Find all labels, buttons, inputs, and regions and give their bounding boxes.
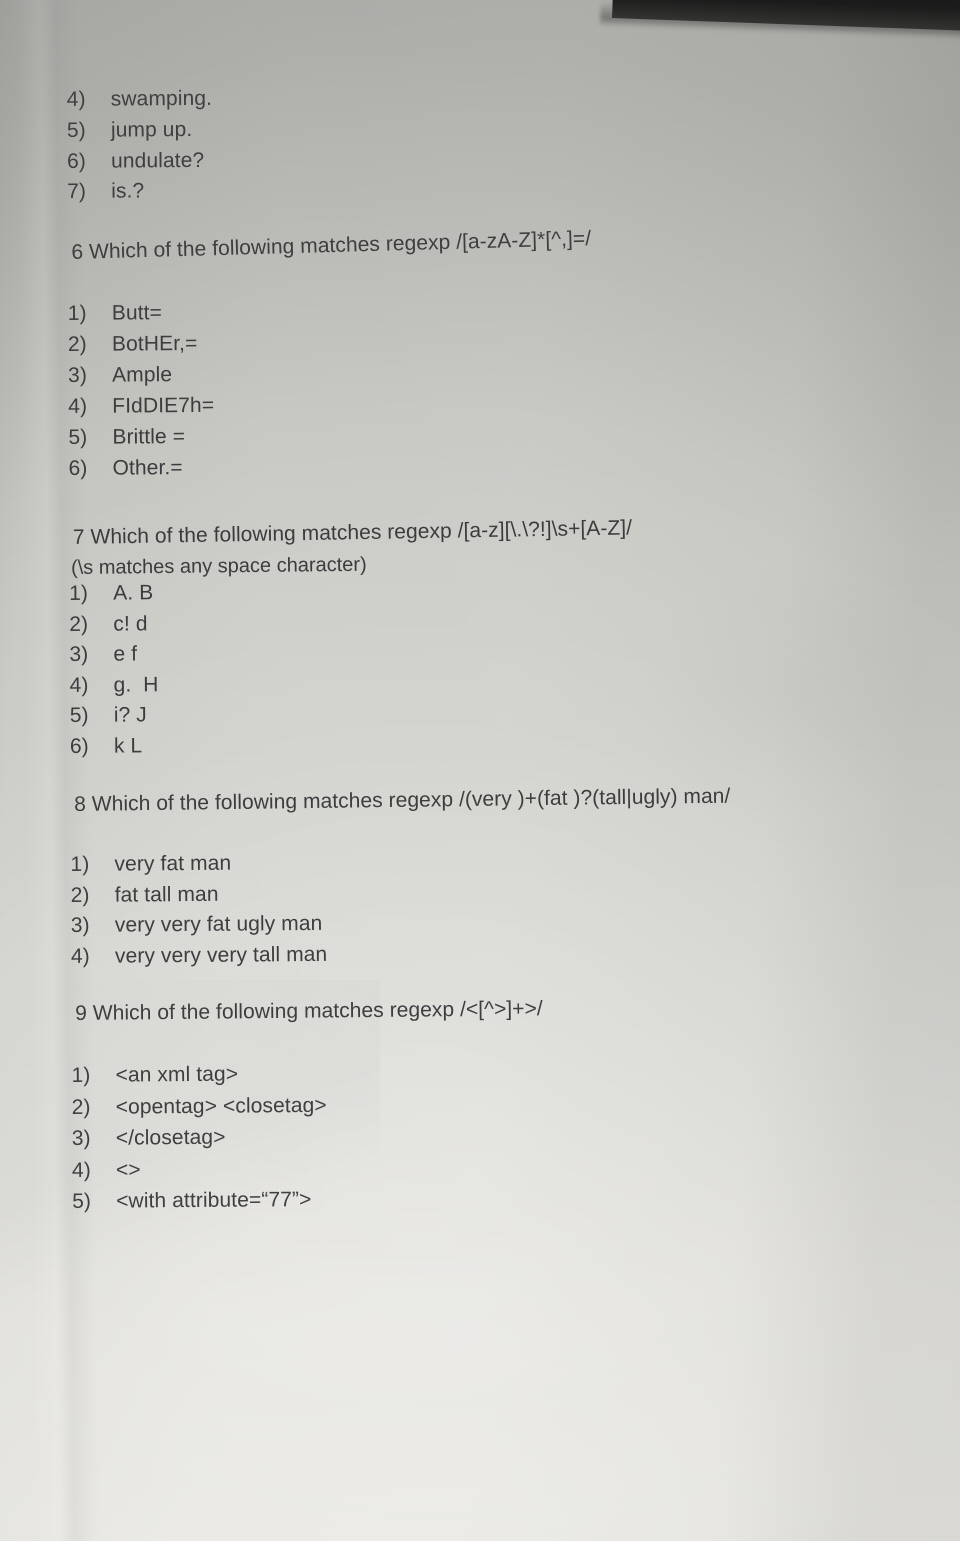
option-text: is.?	[111, 179, 145, 203]
question-heading: 6 Which of the following matches regexp …	[71, 227, 592, 264]
option-text: g. H	[113, 673, 159, 697]
option-number: 3)	[69, 642, 89, 667]
option-text: i? J	[113, 703, 147, 727]
option-number: 3)	[71, 1126, 91, 1150]
option-text: Other.=	[112, 456, 183, 480]
option-text: jump up.	[110, 117, 193, 142]
option-text: very very very tall man	[114, 942, 328, 968]
page-text-layer: 4) swamping. 5) jump up. 6) undulate? 7) is.? 6 …	[0, 0, 960, 1541]
option-text: BotHEr,=	[111, 331, 198, 356]
option-number: 4)	[70, 944, 90, 969]
option-number: 2)	[69, 612, 89, 637]
option-number: 3)	[70, 913, 90, 938]
option-text: <with attribute=“77”>	[116, 1187, 312, 1213]
option-text: swamping.	[110, 86, 213, 111]
option-number: 4)	[71, 1158, 91, 1182]
option-number: 6)	[69, 734, 89, 759]
option-number: 5)	[66, 118, 86, 143]
option-number: 1)	[71, 1063, 91, 1087]
option-number: 5)	[68, 425, 88, 450]
option-number: 1)	[67, 301, 87, 326]
option-number: 2)	[67, 332, 87, 357]
option-text: e f	[113, 642, 138, 666]
option-text: very very fat ugly man	[114, 911, 323, 937]
question-heading: 9 Which of the following matches regexp …	[75, 997, 543, 1025]
option-text: <opentag> <closetag>	[115, 1093, 327, 1119]
option-text: k L	[113, 734, 143, 758]
option-text: Ample	[112, 363, 173, 387]
option-number: 5)	[72, 1189, 92, 1213]
option-number: 1)	[70, 852, 90, 877]
option-number: 6)	[68, 456, 88, 481]
option-text: </closetag>	[115, 1125, 226, 1150]
option-text: Butt=	[111, 301, 163, 325]
option-number: 4)	[66, 87, 86, 112]
option-text: undulate?	[110, 148, 205, 173]
question-note: (\s matches any space character)	[70, 553, 367, 579]
option-text: c! d	[113, 612, 148, 636]
option-text: <>	[115, 1158, 141, 1182]
option-text: very fat man	[114, 851, 232, 876]
option-number: 3)	[68, 363, 88, 388]
option-text: Brittle =	[112, 425, 186, 449]
option-number: 7)	[67, 179, 87, 204]
option-text: FIdDIE7h=	[112, 393, 215, 418]
option-number: 1)	[69, 581, 89, 606]
option-number: 2)	[71, 1095, 91, 1119]
question-heading: 7 Which of the following matches regexp …	[72, 516, 633, 549]
option-text: fat tall man	[114, 882, 219, 907]
option-text: <an xml tag>	[115, 1062, 239, 1087]
option-text: A. B	[113, 581, 154, 605]
option-number: 5)	[69, 703, 89, 728]
option-number: 4)	[68, 394, 88, 419]
option-number: 6)	[66, 149, 87, 174]
scanned-exam-page: 4) swamping. 5) jump up. 6) undulate? 7) is.? 6 …	[0, 0, 960, 1541]
option-number: 2)	[70, 883, 90, 908]
question-heading: 8 Which of the following matches regexp …	[74, 784, 731, 816]
option-number: 4)	[69, 673, 89, 698]
